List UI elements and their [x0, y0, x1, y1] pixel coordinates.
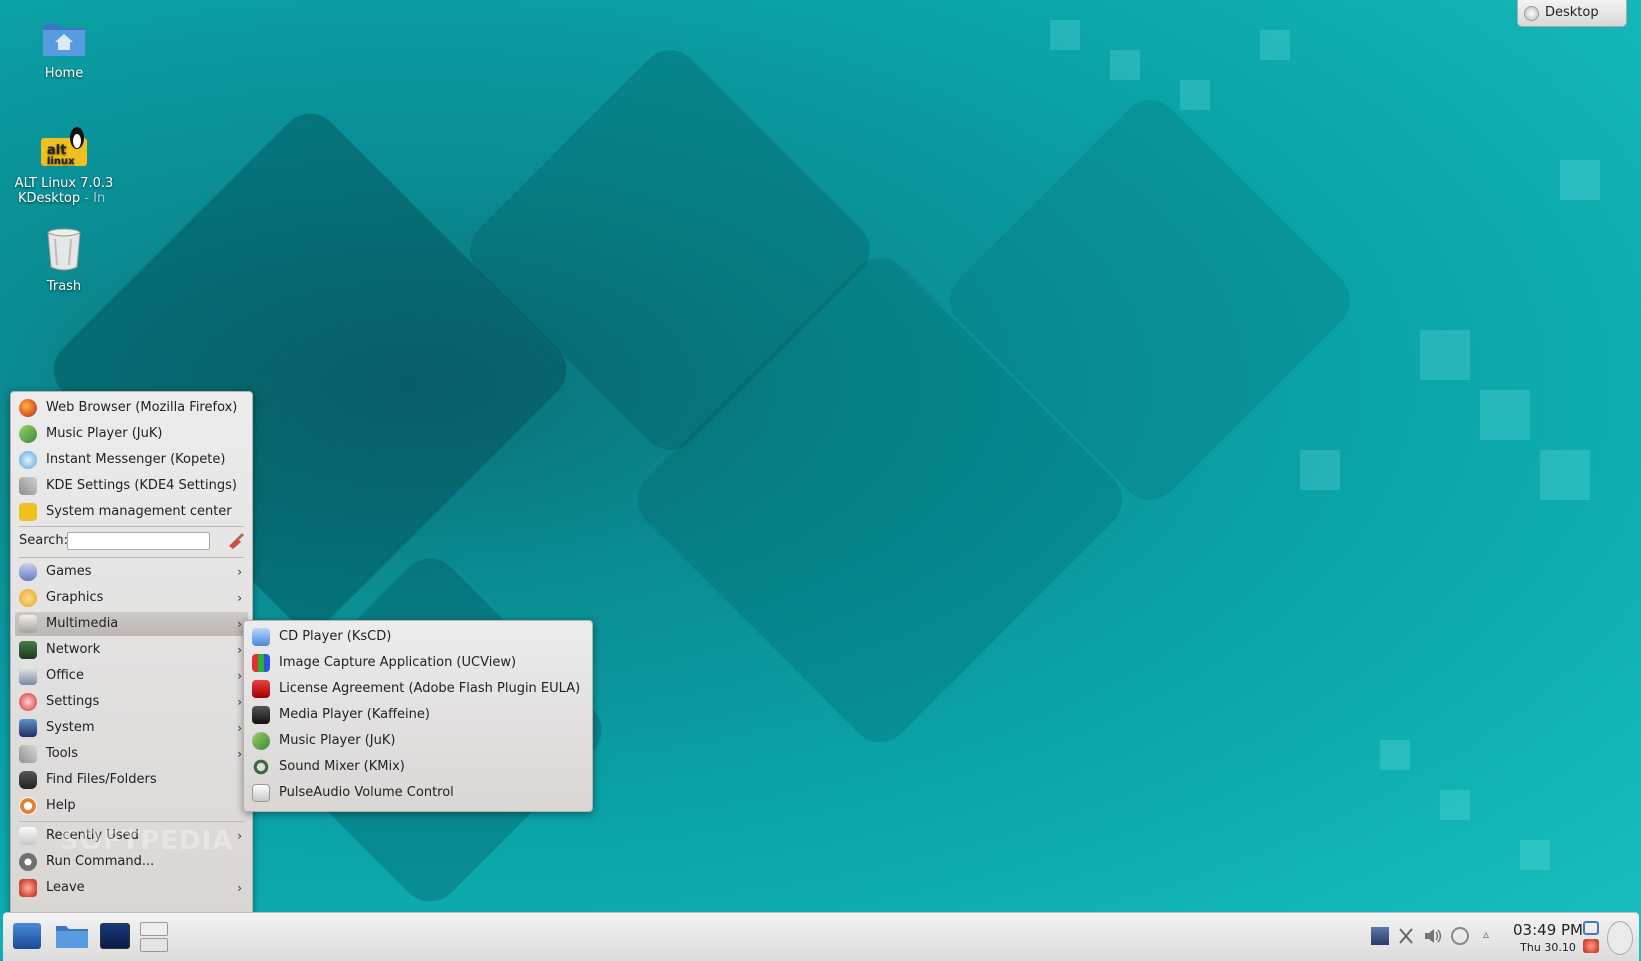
submenu-item-pulseaudio[interactable]: PulseAudio Volume Control [248, 781, 588, 805]
menu-item-system-management[interactable]: System management center [15, 500, 248, 524]
office-icon [19, 667, 37, 685]
volume-control-icon [252, 784, 270, 802]
watermark: SOFTPEDIA [60, 826, 234, 856]
desktop-toolbox-label: Desktop [1545, 5, 1599, 20]
submenu-item-juk[interactable]: Music Player (JuK) [248, 729, 588, 753]
desktop-toolbox[interactable]: Desktop [1517, 0, 1627, 27]
menu-category-settings[interactable]: Settings › [15, 690, 248, 714]
desktop-icon-label: Trash [46, 279, 82, 294]
menu-item-leave[interactable]: Leave › [15, 876, 248, 900]
clock-date: Thu 30.10 [1520, 941, 1576, 954]
clear-search-icon[interactable] [227, 531, 245, 549]
menu-item-firefox[interactable]: Web Browser (Mozilla Firefox) [15, 396, 248, 420]
gear-icon [19, 853, 37, 871]
chevron-right-icon: › [237, 695, 242, 709]
shutdown-icon[interactable] [1583, 939, 1599, 953]
menu-separator [19, 526, 244, 527]
home-folder-icon [14, 18, 114, 62]
digital-clock[interactable]: 03:49 PM Thu 30.10 [1513, 921, 1583, 954]
menu-item-kde-settings[interactable]: KDE Settings (KDE4 Settings) [15, 474, 248, 498]
juk-icon [252, 732, 270, 750]
clock-icon [19, 827, 37, 845]
help-icon [19, 797, 37, 815]
menu-item-help[interactable]: Help [15, 794, 248, 818]
clapperboard-icon [252, 706, 270, 724]
binoculars-icon [19, 771, 37, 789]
submenu-item-kaffeine[interactable]: Media Player (Kaffeine) [248, 703, 588, 727]
cd-player-icon [252, 628, 270, 646]
chevron-right-icon: › [237, 829, 242, 843]
wrench-icon [19, 745, 37, 763]
menu-category-office[interactable]: Office › [15, 664, 248, 688]
kde-launcher-icon[interactable] [13, 923, 41, 949]
flash-icon [252, 680, 270, 698]
multimedia-icon [19, 615, 37, 633]
palette-icon [19, 589, 37, 607]
chevron-right-icon: › [237, 747, 242, 761]
menu-category-multimedia[interactable]: Multimedia › [15, 612, 248, 636]
clock-time: 03:49 PM [1513, 921, 1583, 939]
menu-item-kopete[interactable]: Instant Messenger (Kopete) [15, 448, 248, 472]
desktop-icon-label: Home [44, 66, 84, 81]
kopete-icon [19, 451, 37, 469]
submenu-item-kscd[interactable]: CD Player (KsCD) [248, 625, 588, 649]
lock-screen-icon[interactable] [1583, 921, 1599, 935]
multimedia-submenu: CD Player (KsCD) Image Capture Applicati… [243, 620, 593, 812]
chevron-right-icon: › [237, 591, 242, 605]
cashew-icon [1524, 6, 1539, 21]
submenu-item-kmix[interactable]: Sound Mixer (KMix) [248, 755, 588, 779]
menu-category-network[interactable]: Network › [15, 638, 248, 662]
menu-category-system[interactable]: System › [15, 716, 248, 740]
desktop-icon-trash[interactable]: Trash [14, 227, 114, 294]
chevron-right-icon: › [237, 721, 242, 735]
desktop-icon-label-line2: KDesktop - In [18, 191, 106, 206]
image-capture-icon [252, 654, 270, 672]
menu-item-find-files[interactable]: Find Files/Folders [15, 768, 248, 792]
tray-expand-arrow-icon[interactable]: ▵ [1477, 927, 1495, 945]
menu-item-juk[interactable]: Music Player (JuK) [15, 422, 248, 446]
search-input[interactable] [67, 532, 210, 550]
menu-category-tools[interactable]: Tools › [15, 742, 248, 766]
menu-separator [19, 557, 244, 558]
system-icon [19, 719, 37, 737]
menu-search-row: Search: [19, 529, 244, 553]
trash-icon [14, 227, 114, 275]
chevron-right-icon: › [237, 643, 242, 657]
menu-category-graphics[interactable]: Graphics › [15, 586, 248, 610]
network-icon [19, 641, 37, 659]
desktop-icon-label-line1: ALT Linux 7.0.3 [14, 176, 114, 191]
chevron-right-icon: › [237, 617, 242, 631]
submenu-item-flash-eula[interactable]: License Agreement (Adobe Flash Plugin EU… [248, 677, 588, 701]
home-folder-icon[interactable] [55, 923, 89, 949]
gamepad-icon [19, 563, 37, 581]
search-label: Search: [19, 533, 69, 548]
pager-desktop-1[interactable] [140, 922, 168, 936]
chevron-right-icon: › [237, 565, 242, 579]
klipper-scissors-icon[interactable] [1397, 927, 1415, 945]
altlinux-icon [19, 503, 37, 521]
chevron-right-icon: › [237, 669, 242, 683]
chevron-right-icon: › [237, 881, 242, 895]
desktop-icon-altlinux[interactable]: alt linux ALT Linux 7.0.3 KDesktop - In [14, 124, 114, 206]
menu-separator [19, 821, 244, 822]
juk-icon [19, 425, 37, 443]
settings-icon [19, 693, 37, 711]
svg-text:linux: linux [47, 156, 75, 167]
network-tray-icon[interactable] [1371, 927, 1389, 945]
menu-category-games[interactable]: Games › [15, 560, 248, 584]
settings-tools-icon [19, 477, 37, 495]
globe-tray-icon[interactable] [1451, 927, 1469, 945]
terminal-icon[interactable] [100, 923, 130, 949]
submenu-item-ucview[interactable]: Image Capture Application (UCView) [248, 651, 588, 675]
panel-toolbox-icon[interactable] [1607, 921, 1633, 955]
speaker-icon [252, 758, 270, 776]
volume-tray-icon[interactable] [1423, 927, 1442, 945]
firefox-icon [19, 399, 37, 417]
pager-desktop-2[interactable] [140, 938, 168, 952]
taskbar-panel: ▵ 03:49 PM Thu 30.10 [3, 912, 1639, 961]
power-icon [19, 879, 37, 897]
altlinux-logo-icon: alt linux [14, 124, 114, 172]
desktop-icon-home[interactable]: Home [14, 18, 114, 81]
